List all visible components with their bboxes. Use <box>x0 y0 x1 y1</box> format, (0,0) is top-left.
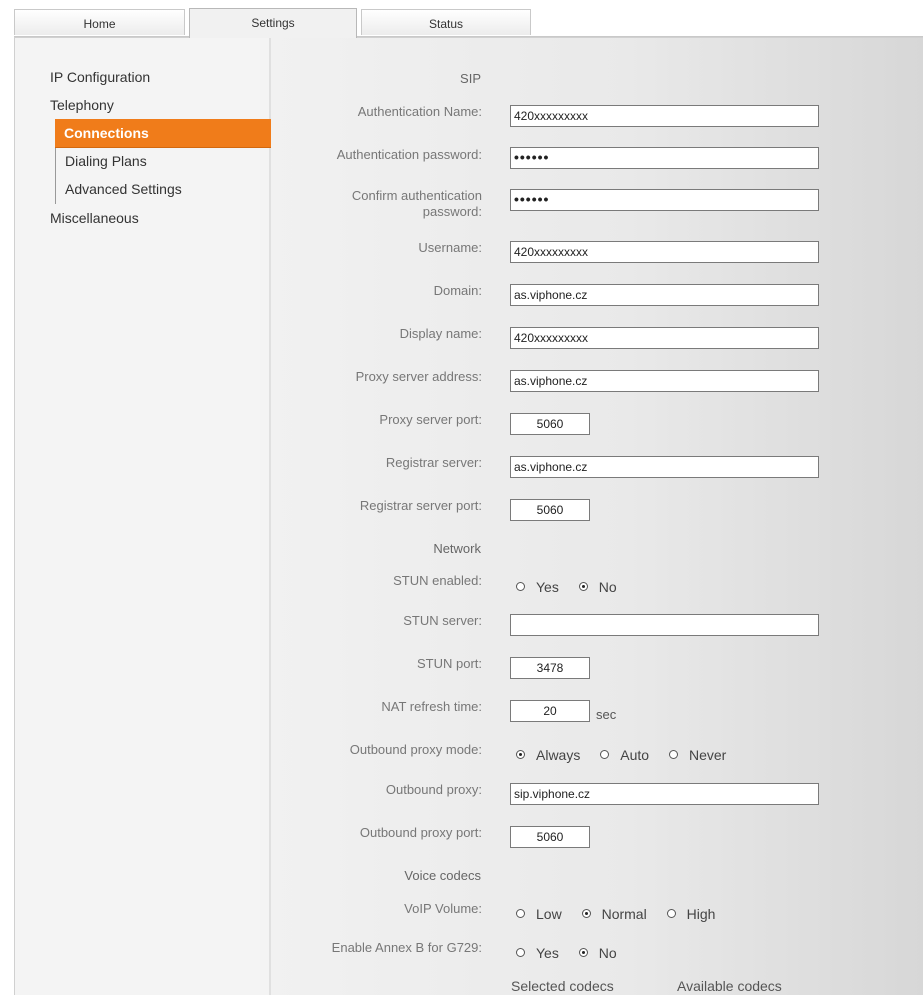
radio-dot-icon <box>668 750 678 759</box>
auth-password-label: Authentication password: <box>336 147 482 162</box>
proxy-port-input[interactable]: 5060 <box>510 413 590 435</box>
annex-b-yes-radio[interactable]: Yes <box>516 945 559 961</box>
radio-label: High <box>686 905 716 922</box>
voip-volume-radio-group: Low Normal High <box>516 905 731 922</box>
radio-dot-icon <box>516 909 525 918</box>
radio-dot-icon <box>666 909 676 918</box>
radio-label: No <box>598 944 617 961</box>
radio-label: Always <box>536 746 581 763</box>
confirm-password-input[interactable]: •••••• <box>510 189 819 211</box>
username-label: Username: <box>418 240 482 255</box>
nat-refresh-label: NAT refresh time: <box>381 699 482 714</box>
section-title-voice-codecs: Voice codecs <box>404 868 481 883</box>
radio-dot-icon <box>516 582 525 591</box>
registrar-server-label: Registrar server: <box>385 455 482 470</box>
radio-label: Yes <box>536 944 559 961</box>
radio-label: No <box>598 578 617 595</box>
radio-dot-icon <box>578 948 588 957</box>
radio-label: Auto <box>620 746 650 763</box>
annex-b-no-radio[interactable]: No <box>578 944 617 961</box>
nat-refresh-input[interactable]: 20 <box>510 700 590 722</box>
voip-volume-label: VoIP Volume: <box>404 901 482 916</box>
outbound-mode-always-radio[interactable]: Always <box>516 747 580 763</box>
registrar-port-label: Registrar server port: <box>359 498 482 513</box>
voip-volume-normal-radio[interactable]: Normal <box>581 905 647 922</box>
auth-password-input[interactable]: •••••• <box>510 147 819 169</box>
outbound-proxy-label: Outbound proxy: <box>385 782 482 797</box>
sidebar-sub-line <box>55 148 56 204</box>
stun-server-label: STUN server: <box>403 613 482 628</box>
sidebar-item-telephony[interactable]: Telephony <box>50 97 114 113</box>
outbound-mode-radio-group: Always Auto Never <box>516 746 742 763</box>
username-input[interactable]: 420xxxxxxxxx <box>510 241 819 263</box>
confirm-password-label-line2: password: <box>422 204 482 219</box>
sidebar-item-connections[interactable]: Connections <box>55 119 278 148</box>
section-title-sip: SIP <box>460 71 481 86</box>
voip-volume-low-radio[interactable]: Low <box>516 906 562 922</box>
outbound-mode-auto-radio[interactable]: Auto <box>600 747 649 763</box>
radio-label: Normal <box>601 905 647 922</box>
radio-label: Never <box>688 746 727 763</box>
stun-enabled-no-radio[interactable]: No <box>578 578 617 595</box>
sidebar-item-connections-label: Connections <box>64 125 149 141</box>
section-title-network: Network <box>433 541 481 556</box>
stun-enabled-radio-group: Yes No <box>516 578 633 595</box>
sidebar-item-advanced-settings[interactable]: Advanced Settings <box>65 181 182 197</box>
confirm-password-label: Confirm authentication password: <box>352 188 482 220</box>
radio-label: Yes <box>536 578 559 595</box>
radio-dot-icon <box>600 750 610 759</box>
nat-refresh-unit: sec <box>596 707 617 722</box>
stun-port-input[interactable]: 3478 <box>510 657 590 679</box>
auth-name-input[interactable]: 420xxxxxxxxx <box>510 105 819 127</box>
confirm-password-label-line1: Confirm authentication <box>351 188 482 203</box>
proxy-port-label: Proxy server port: <box>379 412 482 427</box>
radio-dot-icon <box>516 750 525 759</box>
stun-server-input[interactable] <box>510 614 819 636</box>
sidebar-item-dialing-plans[interactable]: Dialing Plans <box>65 153 147 169</box>
available-codecs-heading: Available codecs <box>677 978 782 994</box>
annex-b-radio-group: Yes No <box>516 944 633 961</box>
settings-content <box>271 38 923 995</box>
sidebar-item-miscellaneous[interactable]: Miscellaneous <box>50 210 139 226</box>
proxy-address-input[interactable]: as.viphone.cz <box>510 370 819 392</box>
selected-codecs-heading: Selected codecs <box>511 978 614 994</box>
tab-home[interactable]: Home <box>14 9 185 35</box>
proxy-address-label: Proxy server address: <box>355 369 482 384</box>
domain-input[interactable]: as.viphone.cz <box>510 284 819 306</box>
voip-volume-high-radio[interactable]: High <box>666 905 716 922</box>
radio-dot-icon <box>516 948 525 957</box>
outbound-port-input[interactable]: 5060 <box>510 826 590 848</box>
stun-enabled-yes-radio[interactable]: Yes <box>516 579 559 595</box>
auth-name-label: Authentication Name: <box>357 104 482 119</box>
radio-dot-icon <box>578 582 588 591</box>
outbound-port-label: Outbound proxy port: <box>359 825 482 840</box>
tab-status[interactable]: Status <box>361 9 531 35</box>
registrar-port-input[interactable]: 5060 <box>510 499 590 521</box>
stun-port-label: STUN port: <box>416 656 482 671</box>
display-name-input[interactable]: 420xxxxxxxxx <box>510 327 819 349</box>
radio-label: Low <box>536 905 562 922</box>
outbound-mode-never-radio[interactable]: Never <box>668 746 727 763</box>
stun-enabled-label: STUN enabled: <box>393 573 482 588</box>
domain-label: Domain: <box>433 283 482 298</box>
radio-dot-icon <box>581 909 591 918</box>
display-name-label: Display name: <box>399 326 482 341</box>
sidebar-item-ip-configuration[interactable]: IP Configuration <box>50 69 150 85</box>
tab-settings[interactable]: Settings <box>189 8 357 38</box>
outbound-mode-label: Outbound proxy mode: <box>349 742 482 757</box>
top-tab-bar: Home Settings Status <box>0 0 923 38</box>
outbound-proxy-input[interactable]: sip.viphone.cz <box>510 783 819 805</box>
annex-b-label: Enable Annex B for G729: <box>331 940 482 955</box>
registrar-server-input[interactable]: as.viphone.cz <box>510 456 819 478</box>
